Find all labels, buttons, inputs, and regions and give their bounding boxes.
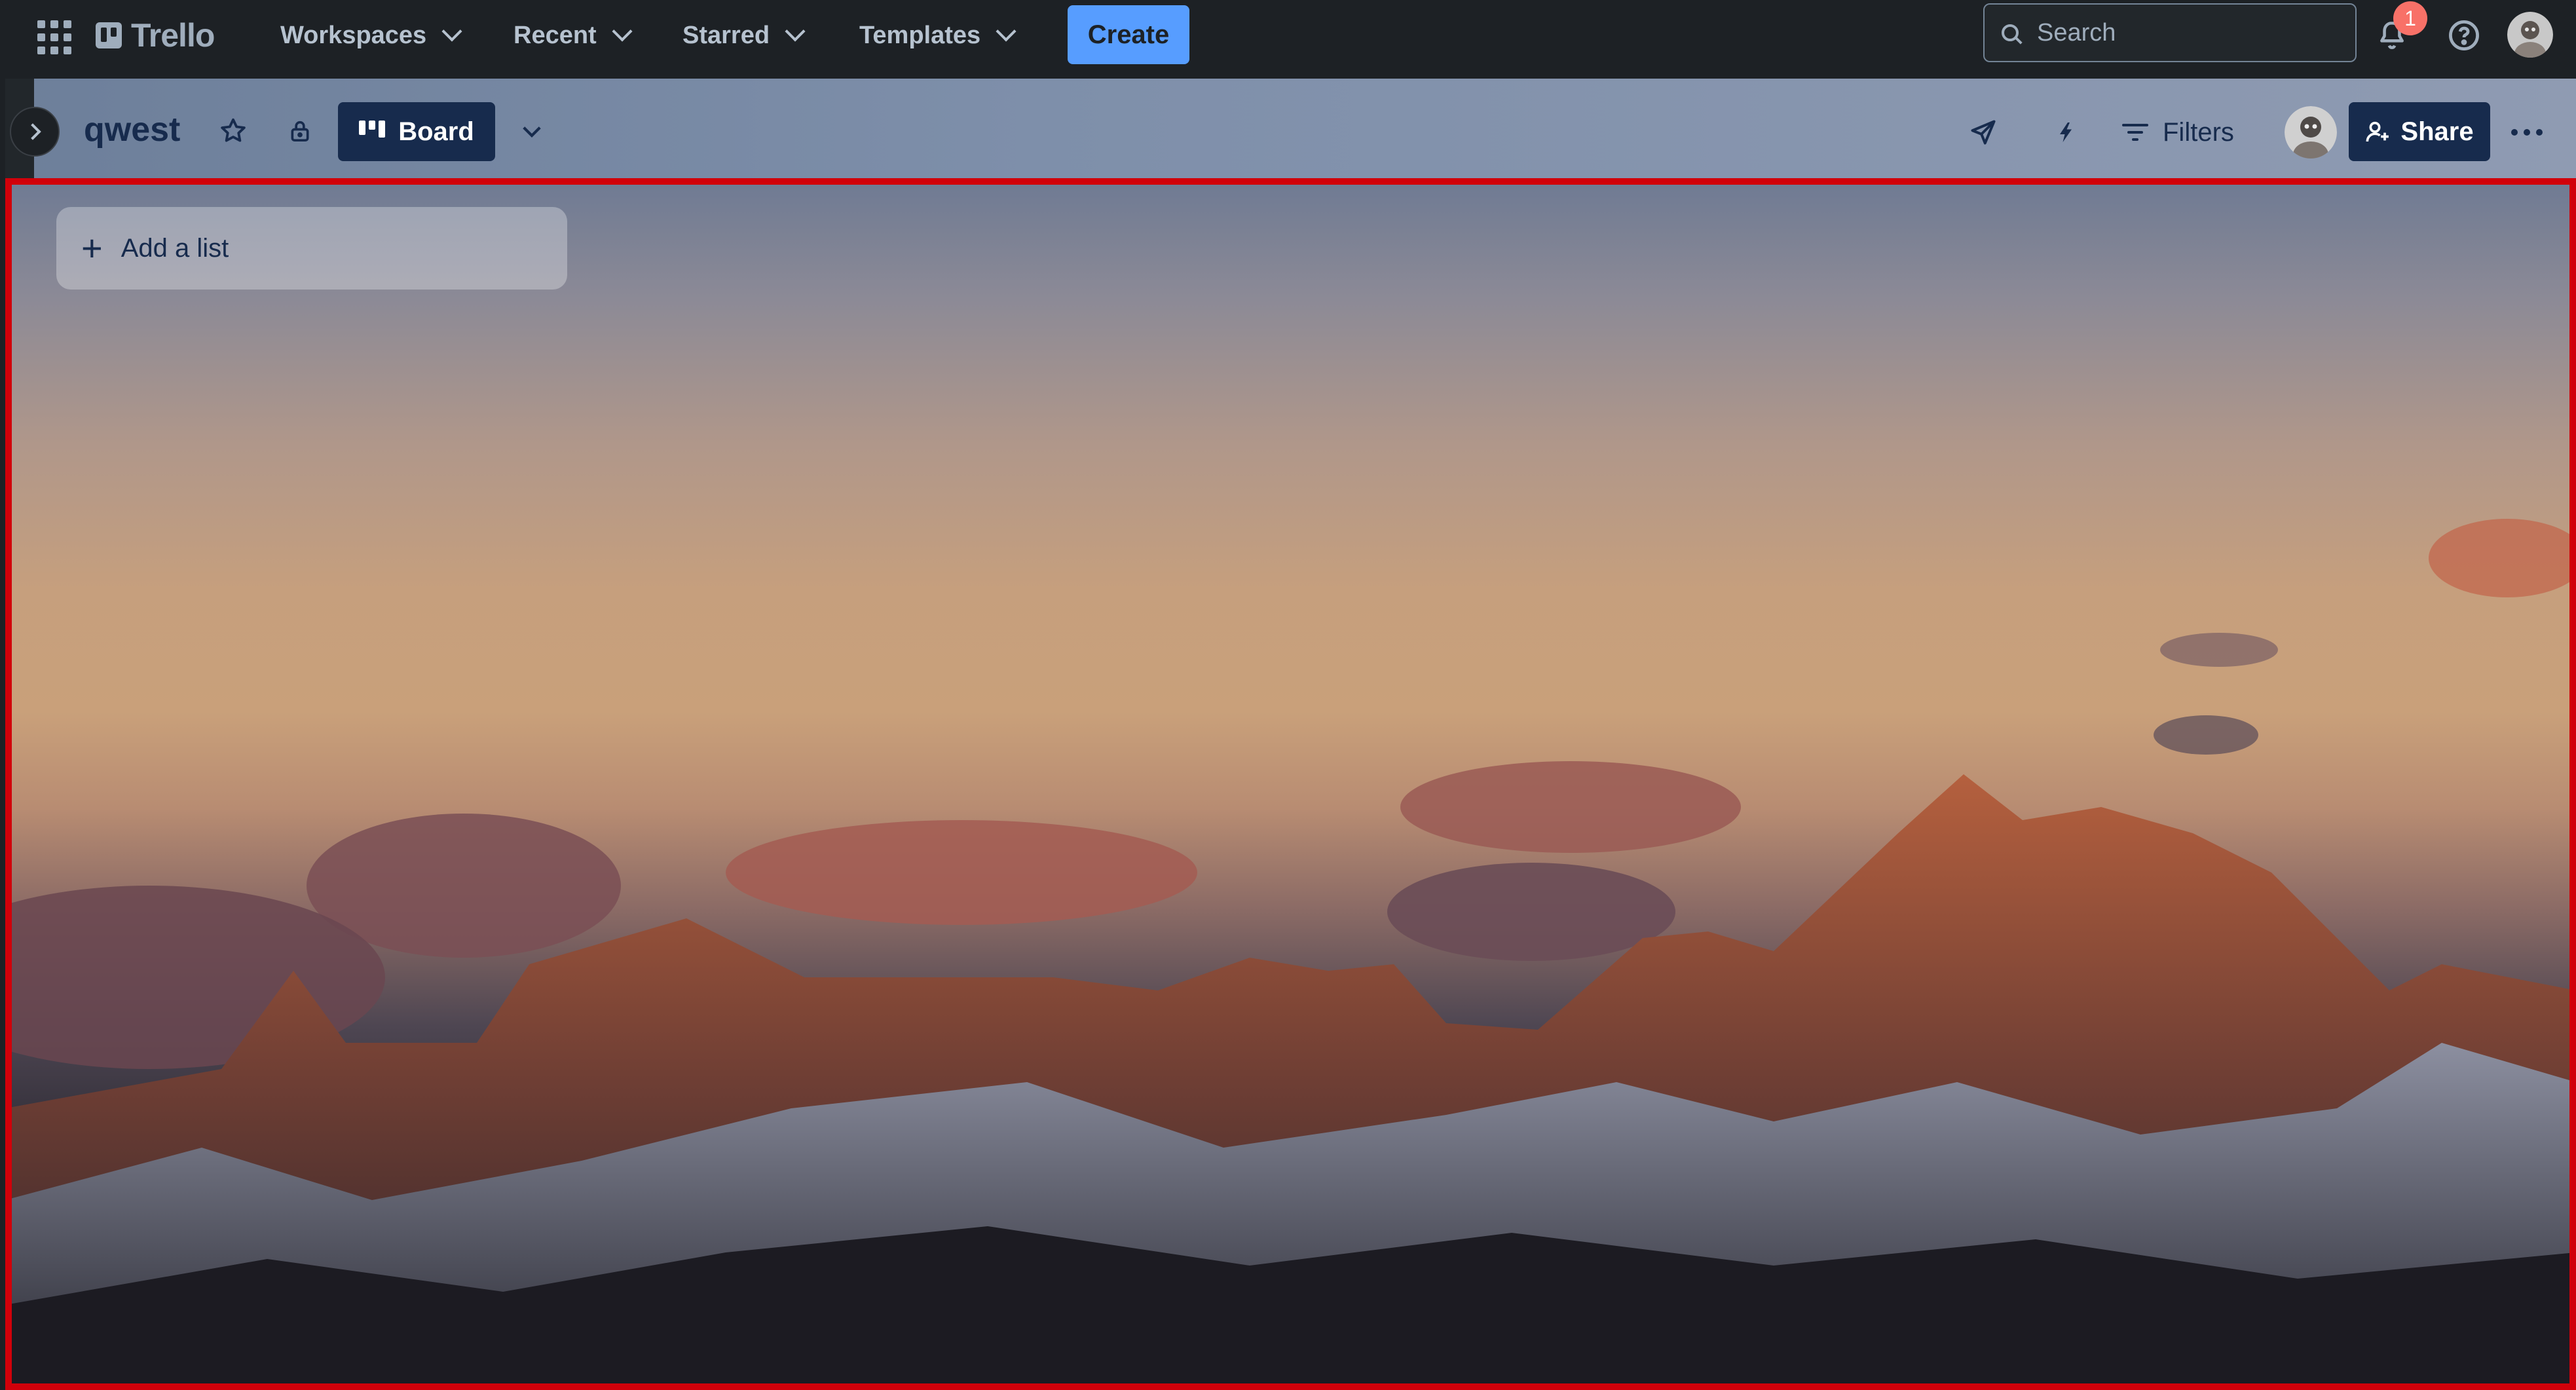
nav-recent-label: Recent [513,21,597,49]
board-view-button[interactable]: Board [338,102,495,161]
expand-sidebar-button[interactable] [10,107,60,157]
avatar[interactable] [2507,12,2553,58]
chevron-down-icon [785,21,806,42]
board-view-label: Board [398,117,474,146]
plus-icon: + [81,227,103,269]
board-icon [359,121,386,138]
search-input[interactable] [2036,18,2326,48]
nav-templates[interactable]: Templates [859,14,1017,56]
add-list-button[interactable]: + Add a list [56,207,567,290]
lock-icon[interactable] [279,110,321,152]
top-navigation-bar: Trello Workspaces Recent Starred Templat… [5,0,2576,80]
nav-workspaces-label: Workspaces [280,21,427,49]
chevron-down-icon [996,21,1017,42]
trello-logo[interactable]: Trello [96,17,215,54]
more-icon[interactable] [2506,111,2548,153]
nav-starred-label: Starred [682,21,770,49]
share-button[interactable]: Share [2349,102,2490,161]
search-icon [2002,24,2019,41]
chevron-down-icon [441,21,462,42]
nav-templates-label: Templates [859,21,981,49]
nav-workspaces[interactable]: Workspaces [280,14,462,56]
apps-grid-icon[interactable] [36,19,73,56]
add-list-label: Add a list [121,233,229,263]
create-button[interactable]: Create [1068,5,1189,64]
nav-recent[interactable]: Recent [513,14,633,56]
board-canvas[interactable] [5,178,2576,1390]
board-title[interactable]: qwest [84,110,180,149]
notification-badge: 1 [2393,1,2427,35]
filters-button[interactable]: Filters [2122,111,2234,153]
nav-starred[interactable]: Starred [682,14,806,56]
chevron-down-icon [612,21,633,42]
app-name: Trello [131,17,215,54]
chevron-down-icon[interactable] [511,110,553,152]
search-field[interactable] [1983,3,2357,62]
send-icon[interactable] [1962,111,2004,153]
help-icon[interactable] [2443,14,2485,56]
background-image [5,519,2576,1390]
trello-logo-icon [96,22,122,48]
add-person-icon [2366,121,2389,142]
filter-icon [2122,124,2148,141]
star-icon[interactable] [212,110,254,152]
chevron-right-icon [24,123,41,140]
lightning-icon[interactable] [2045,111,2087,153]
filters-label: Filters [2163,117,2234,147]
share-label: Share [2400,117,2474,146]
avatar[interactable] [2285,106,2337,159]
